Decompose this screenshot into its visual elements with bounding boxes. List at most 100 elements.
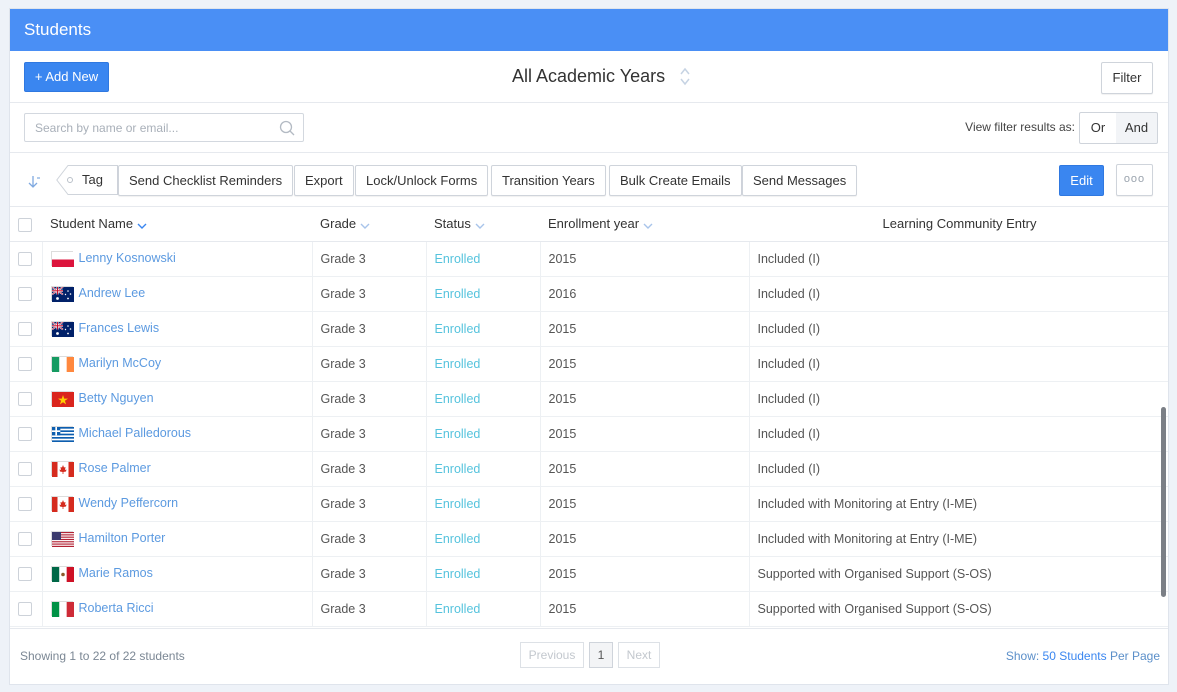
column-header-name[interactable]: Student Name [42,207,312,242]
student-name-cell[interactable]: Frances Lewis [42,311,313,347]
student-name-cell[interactable]: Hamilton Porter [42,521,313,557]
per-page-selector[interactable]: Show: 50 Students Per Page [1006,649,1160,663]
row-checkbox[interactable] [18,356,32,371]
row-select-cell[interactable] [10,451,43,487]
filter-or-toggle[interactable]: Or [1079,112,1117,144]
student-name-link[interactable]: Frances Lewis [79,321,160,335]
transition-years-button[interactable]: Transition Years [491,165,606,196]
enrollment-year-cell: 2015 [540,241,750,277]
student-name-cell[interactable]: Marilyn McCoy [42,346,313,382]
filter-and-toggle[interactable]: And [1116,112,1158,144]
student-name-cell[interactable]: Roberta Ricci [42,591,313,627]
column-header-grade[interactable]: Grade [312,207,426,242]
top-toolbar: + Add New All Academic Years Filter [10,51,1168,103]
row-checkbox[interactable] [18,391,32,406]
italy-flag-icon [50,601,74,618]
row-select-cell[interactable] [10,416,43,452]
row-select-cell[interactable] [10,556,43,592]
send-messages-button[interactable]: Send Messages [742,165,858,196]
canada-flag-icon [50,461,74,478]
filter-button[interactable]: Filter [1101,62,1153,94]
student-name-cell[interactable]: Michael Palledorous [42,416,313,452]
bulk-create-emails-button[interactable]: Bulk Create Emails [609,165,742,196]
vertical-scrollbar[interactable] [1161,407,1166,597]
column-header-year[interactable]: Enrollment year [540,207,749,242]
row-select-cell[interactable] [10,241,43,277]
table-row[interactable]: Wendy Peffercorn Grade 3 Enrolled 2015 Inclu… [10,486,1168,522]
table-row[interactable]: Michael Palledorous Grade 3 Enrolled 2015 In… [10,416,1168,452]
student-name-cell[interactable]: Rose Palmer [42,451,313,487]
student-name-cell[interactable]: Betty Nguyen [42,381,313,417]
row-checkbox[interactable] [18,426,32,441]
status-cell: Enrolled [426,521,541,557]
page-1-button[interactable]: 1 [589,642,613,668]
student-name-link[interactable]: Marie Ramos [79,566,153,580]
student-name-link[interactable]: Roberta Ricci [79,601,154,615]
add-new-button[interactable]: + Add New [24,62,109,92]
select-all-checkbox[interactable] [18,217,32,232]
column-header-status[interactable]: Status [426,207,540,242]
table-row[interactable]: Hamilton Porter Grade 3 Enrolled 2015 Includ… [10,521,1168,557]
student-name-link[interactable]: Marilyn McCoy [79,356,162,370]
row-checkbox[interactable] [18,496,32,511]
select-all-cell[interactable] [10,207,42,242]
row-select-cell[interactable] [10,276,43,312]
student-name-link[interactable]: Betty Nguyen [79,391,154,405]
per-page-value[interactable]: 50 Students [1043,649,1107,663]
row-select-cell[interactable] [10,591,43,627]
community-entry-cell: Supported with Organised Support (S-OS) [749,556,1168,592]
grade-cell: Grade 3 [312,311,427,347]
student-name-link[interactable]: Andrew Lee [79,286,146,300]
row-select-cell[interactable] [10,381,43,417]
community-entry-cell: Included (I) [749,276,1168,312]
table-row[interactable]: Marie Ramos Grade 3 Enrolled 2015 Supported … [10,556,1168,592]
student-name-cell[interactable]: Marie Ramos [42,556,313,592]
previous-page-button[interactable]: Previous [520,642,584,668]
row-checkbox[interactable] [18,601,32,616]
student-name-link[interactable]: Lenny Kosnowski [79,251,176,265]
student-name-link[interactable]: Rose Palmer [79,461,151,475]
student-name-link[interactable]: Hamilton Porter [79,531,166,545]
status-cell: Enrolled [426,451,541,487]
student-name-link[interactable]: Michael Palledorous [79,426,192,440]
academic-year-label: All Academic Years [512,66,666,86]
row-checkbox[interactable] [18,251,32,266]
row-select-cell[interactable] [10,486,43,522]
search-box[interactable] [24,113,304,142]
student-name-cell[interactable]: Wendy Peffercorn [42,486,313,522]
academic-year-selector[interactable]: All Academic Years [512,66,691,87]
table-row[interactable]: Roberta Ricci Grade 3 Enrolled 2015 Supporte… [10,591,1168,627]
australia-flag-icon [50,321,74,338]
table-row[interactable]: Betty Nguyen Grade 3 Enrolled 2015 Included … [10,381,1168,417]
table-row[interactable]: Lenny Kosnowski Grade 3 Enrolled 2015 Includ… [10,241,1168,277]
search-icon[interactable] [279,120,295,141]
edit-button[interactable]: Edit [1059,165,1104,196]
row-select-cell[interactable] [10,346,43,382]
next-page-button[interactable]: Next [618,642,660,668]
export-button[interactable]: Export [294,165,354,196]
student-name-link[interactable]: Wendy Peffercorn [79,496,179,510]
australia-flag-icon [50,286,74,303]
usa-flag-icon [50,531,74,548]
row-checkbox[interactable] [18,321,32,336]
row-checkbox[interactable] [18,461,32,476]
row-checkbox[interactable] [18,566,32,581]
enrollment-year-cell: 2015 [540,451,750,487]
row-checkbox[interactable] [18,286,32,301]
table-row[interactable]: Frances Lewis Grade 3 Enrolled 2015 Included… [10,311,1168,347]
grade-cell: Grade 3 [312,381,427,417]
table-row[interactable]: Rose Palmer Grade 3 Enrolled 2015 Included (… [10,451,1168,487]
student-name-cell[interactable]: Andrew Lee [42,276,313,312]
row-select-cell[interactable] [10,311,43,347]
student-name-cell[interactable]: Lenny Kosnowski [42,241,313,277]
lock-unlock-forms-button[interactable]: Lock/Unlock Forms [355,165,489,196]
sort-down-icon[interactable] [27,175,43,194]
row-select-cell[interactable] [10,521,43,557]
search-input[interactable] [25,114,265,141]
sort-arrows-icon[interactable] [679,67,691,86]
send-checklist-reminders-button[interactable]: Send Checklist Reminders [118,165,294,196]
table-row[interactable]: Andrew Lee Grade 3 Enrolled 2016 Included (I… [10,276,1168,312]
more-options-button[interactable]: ooo [1116,164,1153,196]
table-row[interactable]: Marilyn McCoy Grade 3 Enrolled 2015 Included… [10,346,1168,382]
row-checkbox[interactable] [18,531,32,546]
